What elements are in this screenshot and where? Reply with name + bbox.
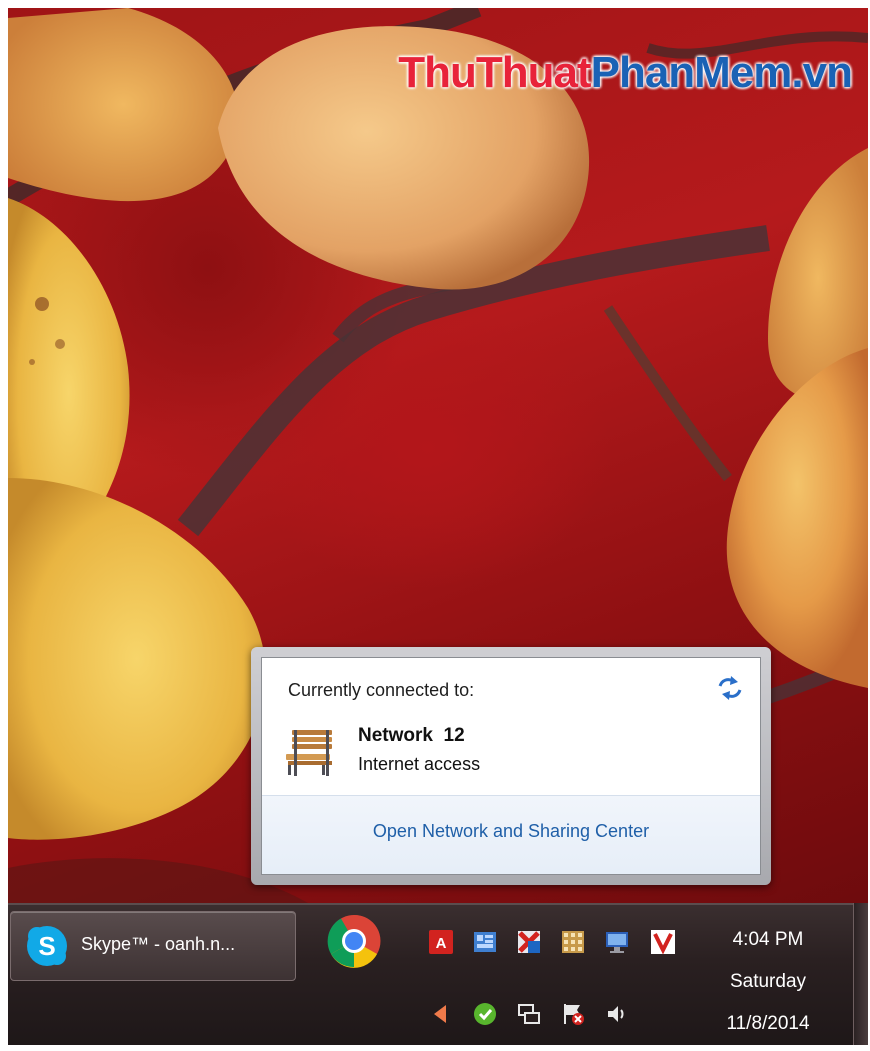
- screen: ThuThuatPhanMem.vn Currently connected t…: [8, 8, 868, 1045]
- calendar-grid-icon[interactable]: [560, 929, 586, 955]
- action-center-flag-icon[interactable]: [560, 1001, 586, 1027]
- arrow-left-icon[interactable]: [428, 1001, 454, 1027]
- v-app-icon[interactable]: [650, 929, 676, 955]
- svg-text:S: S: [38, 931, 55, 961]
- skype-button-label: Skype™ - oanh.n...: [81, 934, 236, 954]
- show-desktop-button[interactable]: [853, 903, 868, 1045]
- adobe-icon[interactable]: A: [428, 929, 454, 955]
- connected-heading: Currently connected to:: [288, 680, 475, 700]
- clock[interactable]: 4:04 PM Saturday 11/8/2014: [708, 929, 828, 1045]
- network-status: Internet access: [358, 754, 481, 774]
- network-flyout-panel: Currently connected to: Network 12 Inter…: [261, 657, 761, 875]
- antivirus-icon[interactable]: [516, 929, 542, 955]
- skype-taskbar-button[interactable]: S Skype™ - oanh.n...: [10, 911, 296, 981]
- network-icon[interactable]: [516, 1001, 542, 1027]
- taskbar: S Skype™ - oanh.n... A 4:04 PM Saturday …: [8, 903, 868, 1045]
- clock-day: Saturday: [729, 971, 807, 992]
- bench-network-icon: [282, 724, 338, 780]
- green-shield-icon[interactable]: [472, 1001, 498, 1027]
- open-network-sharing-center-link[interactable]: Open Network and Sharing Center: [262, 821, 760, 842]
- clock-time: 4:04 PM: [732, 929, 804, 950]
- window-tile-icon[interactable]: [472, 929, 498, 955]
- clock-date: 11/8/2014: [726, 1013, 810, 1034]
- flyout-footer: Open Network and Sharing Center: [262, 795, 760, 874]
- refresh-arrows-icon[interactable]: [716, 674, 744, 702]
- skype-icon: S: [25, 924, 69, 968]
- watermark-logo: ThuThuatPhanMem.vn: [398, 48, 853, 97]
- svg-text:A: A: [436, 935, 447, 952]
- network-flyout: Currently connected to: Network 12 Inter…: [251, 647, 771, 885]
- network-name[interactable]: Network 12: [358, 725, 465, 747]
- display-icon[interactable]: [604, 929, 630, 955]
- chrome-icon[interactable]: [326, 913, 382, 969]
- volume-icon[interactable]: [604, 1001, 630, 1027]
